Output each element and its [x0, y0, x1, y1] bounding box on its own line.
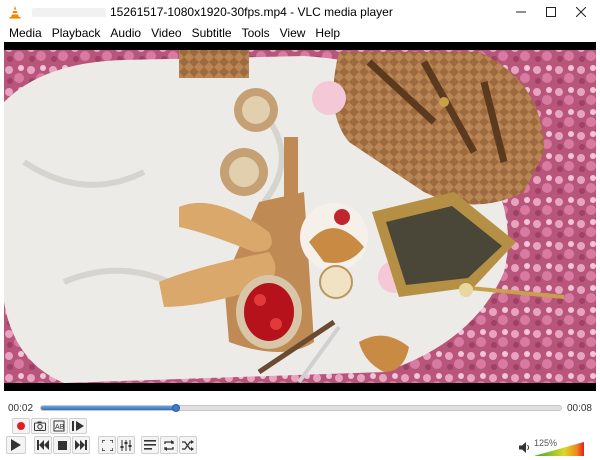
video-frame: [4, 42, 596, 391]
menu-media[interactable]: Media: [4, 25, 47, 41]
fullscreen-icon: [101, 439, 113, 451]
close-button[interactable]: [566, 0, 596, 24]
frame-step-button[interactable]: [69, 418, 87, 434]
next-button[interactable]: [72, 436, 90, 454]
stop-button[interactable]: [53, 436, 71, 454]
total-time: 00:08: [566, 403, 592, 414]
loop-ab-button[interactable]: AB: [50, 418, 68, 434]
camera-icon: [34, 421, 46, 431]
volume-icon: [519, 441, 529, 453]
blurred-title-segment: [32, 8, 106, 17]
menu-tools[interactable]: Tools: [237, 25, 275, 41]
play-icon: [11, 439, 21, 451]
title-bar: 15261517-1080x1920-30fps.mp4 - VLC media…: [0, 0, 600, 24]
loop-ab-icon: AB: [53, 420, 65, 432]
minimize-button[interactable]: [506, 0, 536, 24]
previous-button[interactable]: [34, 436, 52, 454]
frame-step-icon: [72, 421, 84, 431]
menu-subtitle[interactable]: Subtitle: [187, 25, 237, 41]
seek-row: 00:02 00:08: [0, 398, 600, 418]
fullscreen-button[interactable]: [98, 436, 116, 454]
play-button[interactable]: [6, 436, 26, 454]
previous-icon: [37, 440, 49, 450]
equalizer-icon: [120, 439, 132, 451]
menu-view[interactable]: View: [275, 25, 311, 41]
seek-handle[interactable]: [171, 404, 180, 412]
next-icon: [75, 440, 87, 450]
menu-playback[interactable]: Playback: [47, 25, 106, 41]
menu-video[interactable]: Video: [146, 25, 186, 41]
shuffle-button[interactable]: [179, 436, 197, 454]
vlc-cone-icon: [8, 5, 22, 19]
record-icon: [17, 422, 25, 430]
menu-bar: Media Playback Audio Video Subtitle Tool…: [0, 24, 600, 42]
volume-percent: 125%: [534, 438, 558, 448]
loop-button[interactable]: [160, 436, 178, 454]
extended-settings-button[interactable]: [117, 436, 135, 454]
menu-help[interactable]: Help: [310, 25, 345, 41]
maximize-button[interactable]: [536, 0, 566, 24]
close-icon: [576, 7, 586, 17]
maximize-icon: [546, 7, 556, 17]
loop-icon: [164, 439, 174, 451]
menu-audio[interactable]: Audio: [105, 25, 146, 41]
elapsed-time: 00:02: [8, 403, 34, 414]
window-title: 15261517-1080x1920-30fps.mp4 - VLC media…: [110, 5, 393, 19]
minimize-icon: [516, 11, 526, 13]
playlist-icon: [144, 440, 156, 450]
record-button[interactable]: [12, 418, 30, 434]
seek-progress: [41, 406, 177, 410]
shuffle-icon: [182, 439, 194, 451]
video-display[interactable]: [4, 42, 596, 391]
playlist-button[interactable]: [141, 436, 159, 454]
mute-button[interactable]: [517, 439, 533, 455]
svg-text:AB: AB: [55, 424, 65, 431]
seek-slider[interactable]: [40, 405, 562, 411]
snapshot-button[interactable]: [31, 418, 49, 434]
stop-icon: [57, 440, 67, 450]
